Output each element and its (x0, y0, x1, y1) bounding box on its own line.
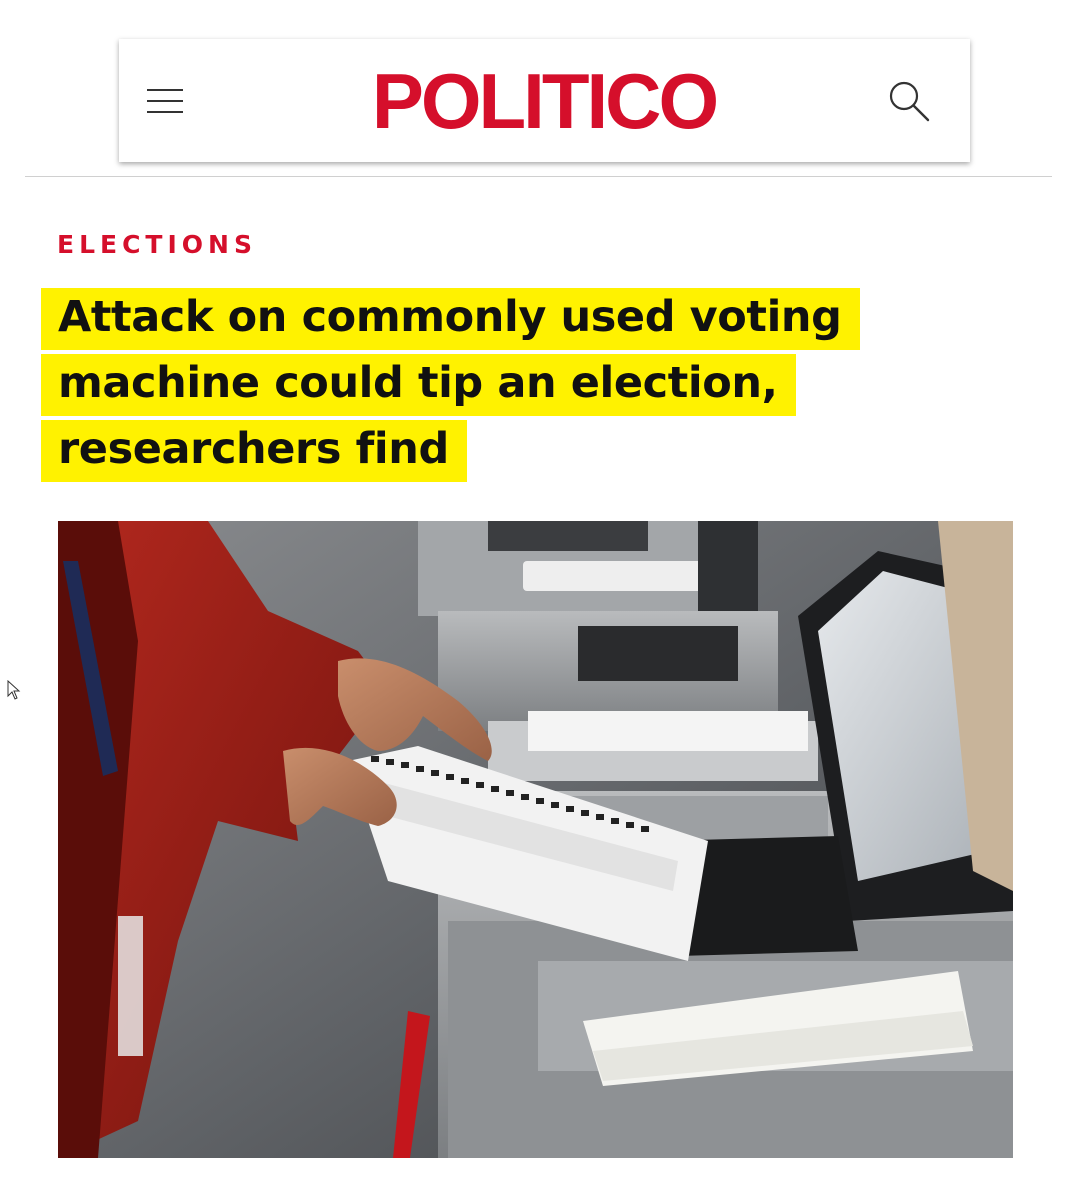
section-label[interactable]: ELECTIONS (57, 226, 257, 264)
site-logo[interactable]: POLITICO (369, 61, 719, 141)
mouse-pointer-icon (7, 679, 21, 700)
hamburger-menu-icon[interactable] (147, 87, 183, 115)
menu-line (147, 89, 183, 91)
article-headline[interactable]: Attack on commonly used voting machine c… (41, 284, 871, 482)
menu-line (147, 100, 183, 102)
menu-line (147, 111, 183, 113)
search-icon[interactable] (885, 77, 933, 125)
hero-image (58, 521, 1013, 1158)
headline-text: Attack on commonly used voting machine c… (41, 288, 860, 482)
site-header: POLITICO (119, 39, 970, 162)
header-divider (25, 176, 1052, 177)
